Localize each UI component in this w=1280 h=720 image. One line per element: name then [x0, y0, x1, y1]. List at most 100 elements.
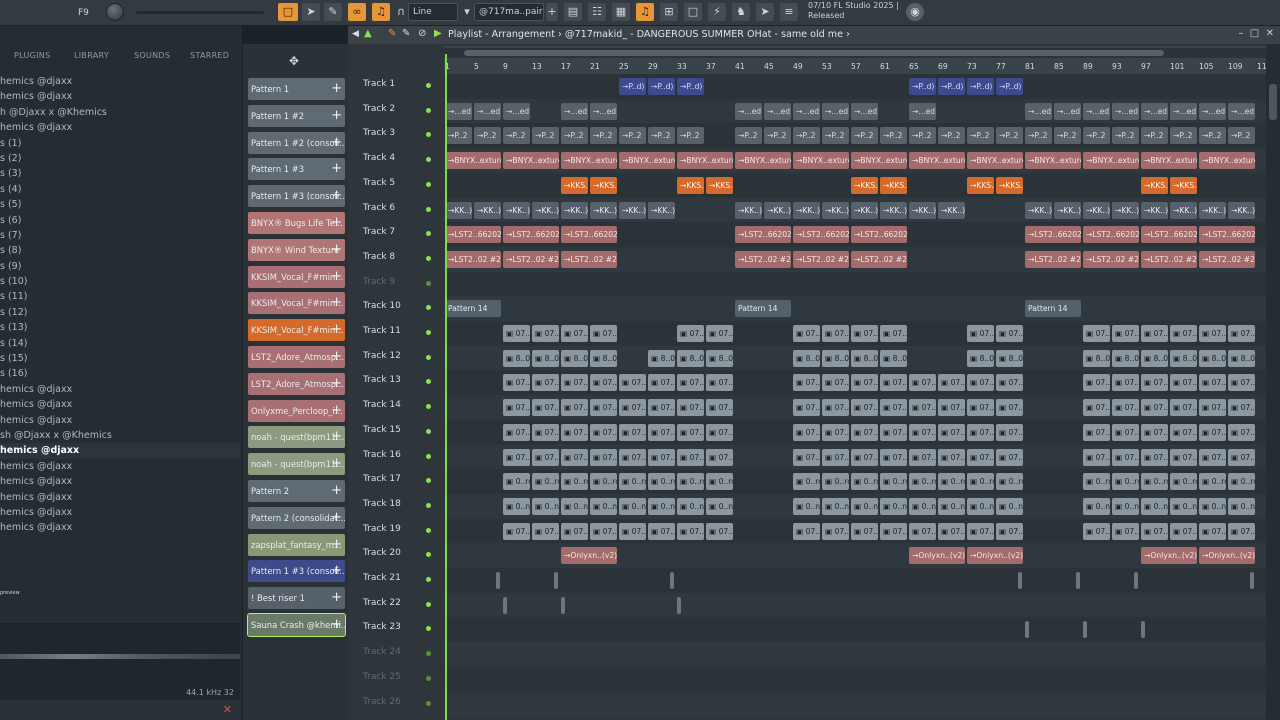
playlist-clip[interactable]: ▣ 07..7 — [677, 325, 704, 342]
move-icon[interactable]: ✥ — [289, 54, 299, 68]
playlist-clip[interactable]: ▣ 07..7 — [909, 448, 936, 466]
playlist-clip[interactable]: ▣ 07..7 — [590, 374, 617, 392]
track-lane[interactable]: →BNYX..exture →BNYX..exture →BNYX..exture →… — [444, 148, 1266, 173]
playlist-clip[interactable]: ▣ 07..7 — [503, 522, 530, 540]
snap-select[interactable]: Line — [408, 3, 458, 21]
playlist-clip[interactable]: ▣ 07..7 — [532, 325, 559, 342]
paintbrush-icon[interactable]: ✎ — [324, 3, 342, 21]
playlist-clip[interactable]: →P..2 — [503, 127, 530, 145]
browser-item[interactable]: hemics @djaxx — [0, 443, 240, 459]
browser-item[interactable]: s (1) — [0, 136, 240, 151]
playlist-clip[interactable]: ▣ 07..7 — [793, 325, 820, 342]
track-mute-led[interactable] — [426, 502, 431, 508]
playlist-clip[interactable]: →BNYX..exture — [1025, 152, 1081, 170]
playlist-clip[interactable]: →LST2..02 #2 — [1141, 250, 1197, 268]
browser-item[interactable]: s (4) — [0, 182, 240, 197]
playlist-clip[interactable]: ▣ 07..7 — [880, 374, 907, 392]
playlist-clip[interactable]: ▣ 07..7 — [619, 423, 646, 441]
playlist-clip[interactable]: →P..2 — [1025, 127, 1052, 145]
playlist-clip[interactable]: ▣ 07..7 — [1199, 448, 1226, 466]
playlist-clip[interactable]: →BNYX..exture — [1199, 152, 1255, 170]
playlist-clip[interactable]: →...ed) — [1083, 102, 1110, 120]
playlist-clip[interactable]: ▣ 07..7 — [503, 423, 530, 441]
play-icon[interactable]: ▶ — [434, 28, 442, 39]
playlist-clip[interactable]: ▣ 07..7 — [1170, 448, 1197, 466]
track-header[interactable]: Track 4 — [360, 148, 444, 172]
playlist-clip[interactable]: →...ed) — [1228, 102, 1255, 120]
playlist-clip[interactable]: Pattern 14 — [735, 300, 791, 318]
playlist-clip[interactable]: ▣ 07..7 — [1112, 374, 1139, 392]
picker-item[interactable]: BNYX® Wind Texture + — [248, 238, 345, 261]
playlist-clip[interactable]: ▣ 0..rc — [996, 473, 1023, 491]
track-header[interactable]: Track 22 — [360, 593, 444, 617]
playlist-clip[interactable]: →P..2 — [1228, 127, 1255, 145]
playlist-clip[interactable]: ▣ 07..7 — [909, 423, 936, 441]
track-header[interactable]: Track 10 — [360, 296, 444, 320]
playlist-clip[interactable]: ▣ 8..0 — [1112, 349, 1139, 367]
playlist-clip[interactable]: →BNYX..exture — [851, 152, 907, 170]
track-mute-led[interactable] — [426, 255, 431, 261]
playlist-clip[interactable]: ▣ 8..0 — [793, 349, 820, 367]
playlist-clip[interactable]: →KKS.. — [677, 176, 704, 194]
playlist-clip[interactable]: →KK..) — [1025, 201, 1052, 219]
playlist-clip[interactable]: →KKS.. — [851, 176, 878, 194]
playlist-clip[interactable]: →...ed) — [851, 102, 878, 120]
browser-item[interactable]: hemics @djaxx — [0, 89, 240, 104]
playlist-clip[interactable]: ▣ 07..7 — [851, 325, 878, 342]
picker-item[interactable]: Pattern 2 (consolidat... + — [248, 506, 345, 529]
playlist-clip[interactable]: ▣ 07..7 — [1083, 399, 1110, 417]
picker-item[interactable]: KKSIM_Vocal_F#min... + — [248, 265, 345, 288]
add-icon[interactable]: + — [331, 78, 342, 100]
playlist-clip[interactable]: →BNYX..exture — [1141, 152, 1197, 170]
browser-item[interactable]: hemics @djaxx — [0, 397, 240, 412]
track-header[interactable]: Track 20 — [360, 543, 444, 567]
add-icon[interactable]: + — [331, 105, 342, 127]
playlist-clip[interactable]: ▣ 07..7 — [1083, 448, 1110, 466]
playlist-clip[interactable]: ▣ 07..7 — [1199, 522, 1226, 540]
playlist-clip[interactable]: ▣ 07..7 — [1141, 374, 1168, 392]
playlist-clip[interactable]: ▣ 8..0 — [706, 349, 733, 367]
playlist-clip[interactable]: →KK..) — [1054, 201, 1081, 219]
add-icon[interactable]: + — [331, 587, 342, 609]
playlist-clip[interactable]: →KK..) — [764, 201, 791, 219]
picker-item[interactable]: KKSIM_Vocal_F#min... + — [248, 292, 345, 315]
playlist-clip[interactable]: ▣ 0..rc — [532, 473, 559, 491]
playlist-clip[interactable]: →LST2..02 #2 — [503, 250, 559, 268]
playlist-clip[interactable]: →P..2 — [1170, 127, 1197, 145]
playlist-clip[interactable]: ▣ 07..7 — [996, 522, 1023, 540]
pattern-select[interactable]: @717ma..pair — [474, 3, 544, 21]
playlist-clip[interactable]: →P..d) — [619, 78, 646, 95]
chevron-left-icon[interactable]: ◀ — [352, 29, 359, 39]
pencil-icon[interactable]: ✎ — [388, 28, 396, 39]
playlist-clip[interactable]: →P..d) — [909, 78, 936, 95]
playlist-clip[interactable]: →LST2..02 #2 — [1083, 250, 1139, 268]
playlist-clip[interactable]: ▣ 07..7 — [1170, 374, 1197, 392]
playlist-clip[interactable]: ▣ 07..7 — [996, 423, 1023, 441]
track-header[interactable]: Track 21 — [360, 568, 444, 592]
stamp-icon[interactable]: ♞ — [732, 3, 750, 21]
track-lane[interactable]: →...ed) →...ed) →...ed) →...ed) →...ed) →...e… — [444, 98, 1266, 124]
playlist-clip[interactable]: ▣ 07..7 — [1141, 522, 1168, 540]
track-lane[interactable] — [444, 568, 1266, 593]
playlist-clip[interactable]: ▣ 07..7 — [503, 325, 530, 342]
tab-plugins[interactable]: PLUGINS — [14, 51, 50, 60]
playlist-clip[interactable]: ▣ 0..rc — [880, 473, 907, 491]
plugin-icon[interactable]: ⚡ — [708, 3, 726, 21]
track-lane[interactable] — [444, 666, 1266, 692]
playlist-clip[interactable]: ▣ 07..7 — [677, 399, 704, 417]
playlist-clip[interactable]: →P..2 — [938, 127, 965, 145]
playlist-clip[interactable]: →...ed) — [445, 102, 472, 120]
playlist-clip[interactable]: ▣ 07..7 — [1170, 325, 1197, 342]
playlist-clip[interactable]: ▣ 0..rc — [967, 473, 994, 491]
playlist-clip[interactable]: ▣ 07..7 — [938, 399, 965, 417]
playlist-clip[interactable]: ▣ 0..rc — [648, 473, 675, 491]
browser-item[interactable]: hemics @djaxx — [0, 120, 240, 135]
playlist-clip[interactable]: →LST2..02 #2 — [1025, 250, 1081, 268]
track-header[interactable]: Track 19 — [360, 519, 444, 543]
playlist-clip[interactable]: →LST2..66202 — [793, 226, 849, 244]
browser-item[interactable]: hemics @djaxx — [0, 520, 240, 535]
playlist-clip[interactable]: ▣ 0..n — [706, 497, 733, 515]
playlist-clip[interactable]: ▣ 07..7 — [1083, 374, 1110, 392]
playlist-clip[interactable]: ▣ 07..7 — [851, 448, 878, 466]
brush-icon[interactable]: ✎ — [402, 28, 410, 39]
